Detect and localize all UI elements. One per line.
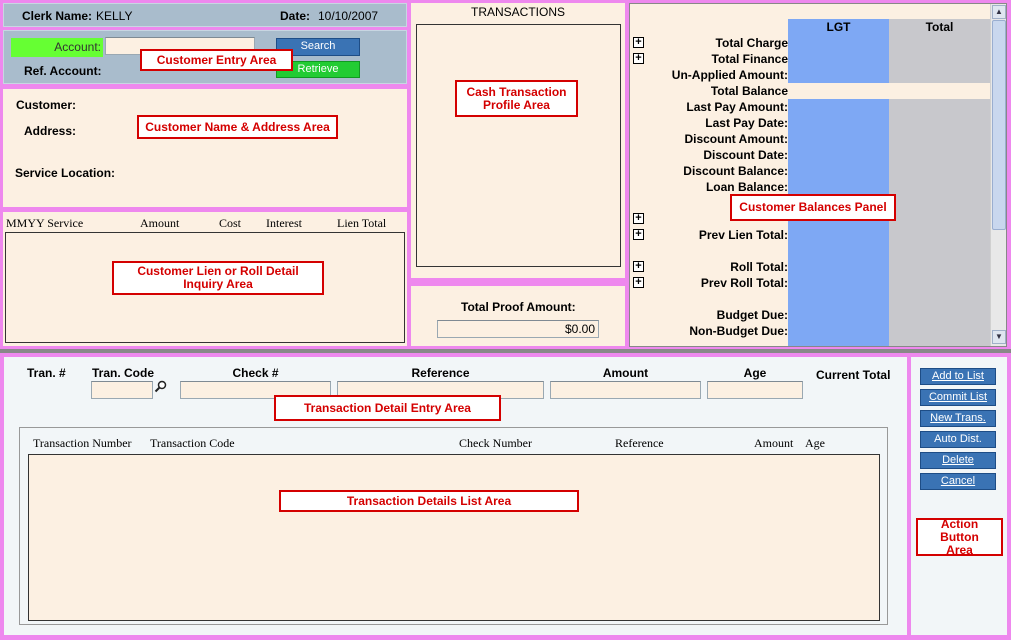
tran-code-label: Tran. Code	[92, 366, 155, 380]
details-col-amount: Amount	[754, 436, 794, 450]
date-label: Date:	[280, 9, 311, 23]
expand-roll-icon[interactable]: +	[633, 261, 644, 272]
details-col-reference: Reference	[615, 436, 664, 450]
new-trans-button[interactable]: New Trans.	[920, 410, 996, 427]
lien-col-lien-total: Lien Total	[337, 216, 387, 230]
details-list-annotation: Transaction Details List Area	[279, 490, 579, 512]
proof-label: Total Proof Amount:	[461, 300, 576, 314]
balance-label-prev-roll-total: Prev Roll Total:	[700, 276, 788, 290]
account-label: Account:	[11, 38, 103, 57]
triangle-down-icon[interactable]: ▼	[992, 330, 1006, 344]
balance-label-unapplied: Un-Applied Amount:	[671, 68, 788, 82]
transactions-annotation: Cash Transaction Profile Area	[455, 80, 578, 117]
expand-prev-lien-icon[interactable]: +	[633, 229, 644, 240]
balance-label-prev-lien-total: Prev Lien Total:	[698, 228, 788, 242]
lien-col-amount: Amount	[140, 216, 180, 230]
transactions-title: TRANSACTIONS	[470, 5, 565, 19]
balance-label-non-budget-due: Non-Budget Due:	[689, 324, 788, 338]
total-header: Total	[925, 20, 954, 34]
details-col-transaction-code: Transaction Code	[150, 436, 235, 450]
balances-annotation: Customer Balances Panel	[730, 194, 896, 221]
balance-label-last-pay-date: Last Pay Date:	[705, 116, 788, 130]
balance-label-loan-balance: Loan Balance:	[705, 180, 788, 194]
header-bar: Clerk Name: KELLY Date: 10/10/2007	[3, 3, 407, 27]
details-col-check-number: Check Number	[459, 436, 532, 450]
commit-list-button[interactable]: Commit List	[920, 389, 996, 406]
actions-annotation-line2: Area	[946, 542, 973, 557]
transactions-annotation-line2: Profile Area	[483, 97, 550, 112]
customer-info-annotation: Customer Name & Address Area	[137, 115, 338, 139]
balance-label-total-balance: Total Balance	[710, 84, 788, 98]
lien-col-cost: Cost	[219, 216, 242, 230]
details-col-transaction-number: Transaction Number	[33, 436, 132, 450]
lien-detail-annotation: Customer Lien or Roll Detail Inquiry Are…	[112, 261, 324, 295]
expand-lien-icon[interactable]: +	[633, 213, 644, 224]
triangle-up-icon[interactable]: ▲	[992, 5, 1006, 19]
add-to-list-button[interactable]: Add to List	[920, 368, 996, 385]
transactions-panel: TRANSACTIONS	[411, 3, 625, 278]
expand-total-finance-icon[interactable]: +	[633, 53, 644, 64]
proof-panel: Total Proof Amount: $0.00	[411, 286, 625, 346]
tran-no-label: Tran. #	[27, 366, 66, 380]
section-divider	[0, 349, 1011, 353]
date-value: 10/10/2007	[318, 9, 379, 23]
customer-label: Customer:	[16, 98, 77, 112]
actions-annotation: Action Button Area	[916, 516, 1003, 557]
lien-annotation-line2: Inquiry Area	[183, 277, 253, 291]
transactions-annotation-line1: Cash Transaction	[466, 84, 567, 99]
total-column-bg	[889, 19, 990, 346]
clerk-value: KELLY	[96, 9, 133, 23]
delete-button[interactable]: Delete	[920, 452, 996, 469]
customer-entry-annotation: Customer Entry Area	[140, 49, 293, 71]
clerk-label: Clerk Name:	[22, 9, 93, 23]
lien-col-interest: Interest	[266, 216, 302, 230]
transactions-list[interactable]	[416, 24, 621, 267]
check-no-label: Check #	[232, 366, 279, 380]
balance-label-last-pay-amount: Last Pay Amount:	[686, 100, 788, 114]
details-col-age: Age	[805, 436, 825, 450]
auto-dist-button[interactable]: Auto Dist.	[920, 431, 996, 448]
customer-info-area: Customer: Address: Service Location:	[3, 89, 407, 207]
amount-input[interactable]	[550, 381, 701, 399]
balance-label-total-charge: Total Charge	[715, 36, 788, 50]
balance-label-budget-due: Budget Due:	[716, 308, 788, 322]
reference-label: Reference	[411, 366, 470, 380]
age-label: Age	[743, 366, 767, 380]
amount-label: Amount	[602, 366, 649, 380]
lgt-column-bg	[788, 19, 889, 346]
total-balance-highlight	[788, 83, 990, 99]
ref-account-label: Ref. Account:	[24, 64, 102, 78]
service-location-label: Service Location:	[15, 166, 116, 180]
expand-prev-roll-icon[interactable]: +	[633, 277, 644, 288]
details-list[interactable]	[28, 454, 880, 621]
proof-amount-value: $0.00	[564, 322, 595, 336]
lien-col-mmyy-service: MMYY Service	[6, 216, 84, 230]
balance-label-discount-date: Discount Date:	[703, 148, 788, 162]
tran-code-input[interactable]	[91, 381, 153, 399]
lgt-header: LGT	[826, 20, 851, 34]
age-input[interactable]	[707, 381, 803, 399]
balance-label-total-finance: Total Finance	[711, 52, 788, 66]
expand-total-charge-icon[interactable]: +	[633, 37, 644, 48]
current-total-label: Current Total	[816, 368, 891, 382]
balances-scrollbar[interactable]: ▲ ▼	[990, 4, 1006, 346]
magnifier-icon[interactable]	[154, 380, 167, 393]
proof-amount-field: $0.00	[437, 320, 599, 338]
address-label: Address:	[24, 124, 77, 138]
cancel-button[interactable]: Cancel	[920, 473, 996, 490]
scroll-thumb[interactable]	[992, 20, 1006, 230]
actions-annotation-line1: Action Button	[940, 516, 979, 544]
balance-label-discount-amount: Discount Amount:	[684, 132, 788, 146]
balance-label-roll-total: Roll Total:	[730, 260, 788, 274]
entry-annotation: Transaction Detail Entry Area	[274, 395, 501, 421]
balance-label-discount-balance: Discount Balance:	[683, 164, 788, 178]
